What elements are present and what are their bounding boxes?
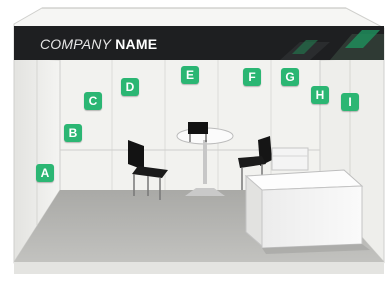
panel-marker-e[interactable]: E: [181, 66, 199, 84]
panel-marker-f[interactable]: F: [243, 68, 261, 86]
fascia-company-name: COMPANY NAME: [40, 36, 157, 52]
panel-marker-i[interactable]: I: [341, 93, 359, 111]
fascia-name: NAME: [115, 36, 158, 52]
fascia-company: COMPANY: [40, 36, 112, 52]
panel-marker-g[interactable]: G: [281, 68, 299, 86]
side-cabinet: [271, 147, 309, 171]
reception-counter: [244, 169, 364, 249]
panel-marker-c[interactable]: C: [84, 92, 102, 110]
panel-marker-d[interactable]: D: [121, 78, 139, 96]
booth-scene: COMPANY NAME A B C D E F G H I: [0, 0, 387, 285]
floor-edge: [14, 262, 384, 274]
panel-marker-h[interactable]: H: [311, 86, 329, 104]
panel-marker-b[interactable]: B: [64, 124, 82, 142]
panel-marker-a[interactable]: A: [36, 164, 54, 182]
